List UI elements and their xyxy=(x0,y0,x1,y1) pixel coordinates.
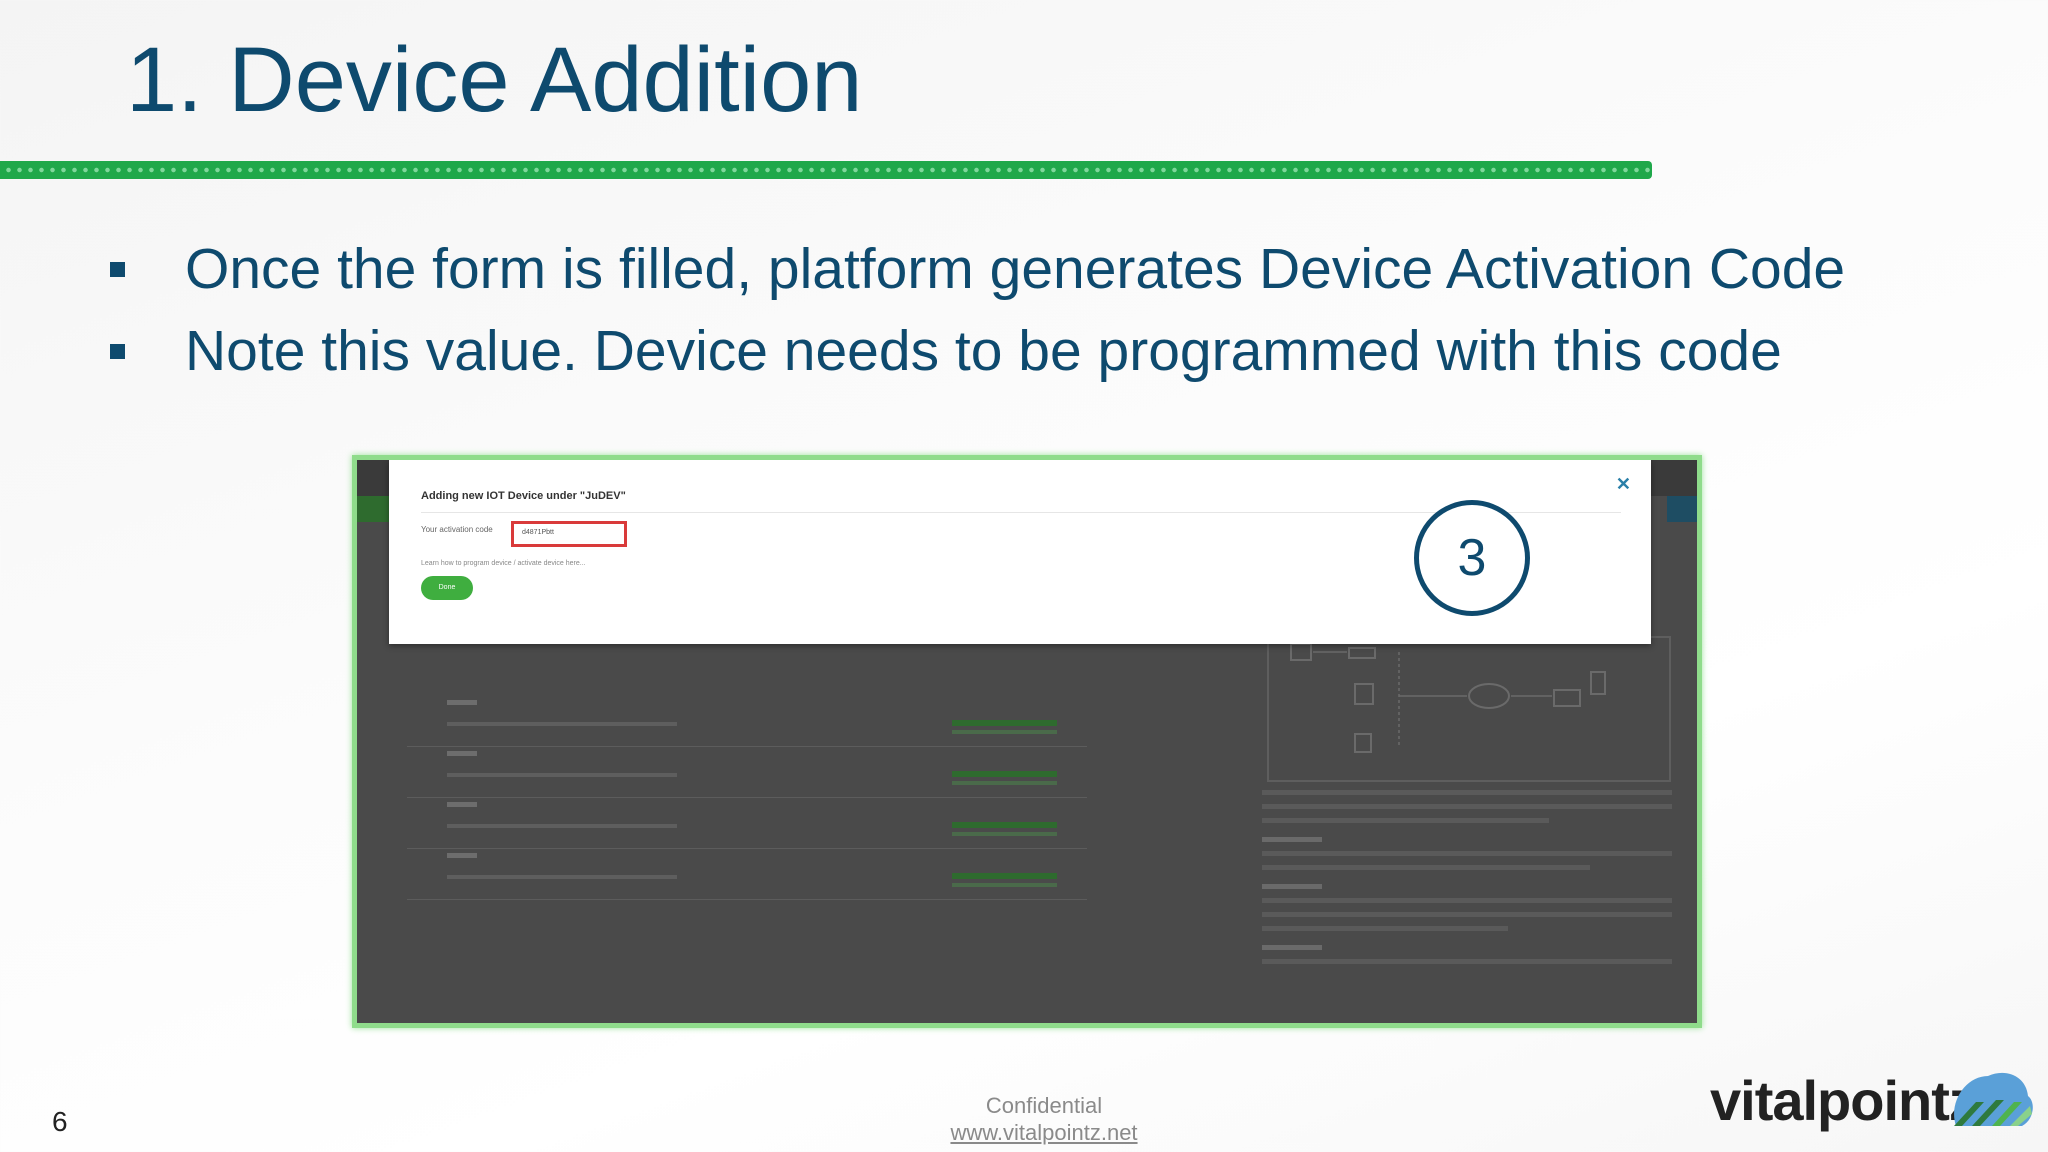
embedded-screenshot: Adding new IOT Device under "JuDEV" Your… xyxy=(352,455,1702,1028)
bullet-square-icon xyxy=(110,344,125,359)
activation-code-field[interactable]: d4871Pbtt xyxy=(511,521,627,547)
modal-title: Adding new IOT Device under "JuDEV" xyxy=(421,490,626,502)
close-icon[interactable]: ✕ xyxy=(1616,474,1631,495)
done-button[interactable]: Done xyxy=(421,576,473,600)
list-item xyxy=(407,747,1087,798)
add-device-modal: Adding new IOT Device under "JuDEV" Your… xyxy=(389,460,1651,644)
activation-code-label: Your activation code xyxy=(421,525,493,534)
bullet-text: Once the form is filled, platform genera… xyxy=(185,237,1846,301)
brand-logo-text: vitalpointz xyxy=(1710,1069,1977,1132)
slide-title: 1. Device Addition xyxy=(126,29,863,131)
help-link[interactable]: Learn how to program device / activate d… xyxy=(421,560,586,567)
list-item xyxy=(407,696,1087,747)
bullet-item: Once the form is filled, platform genera… xyxy=(110,228,1845,310)
description-panel xyxy=(1262,790,1672,973)
bullet-list: Once the form is filled, platform genera… xyxy=(110,228,1845,392)
list-item xyxy=(407,849,1087,900)
bullet-square-icon xyxy=(110,262,125,277)
device-group-list xyxy=(407,696,1087,900)
step-number-callout: 3 xyxy=(1414,500,1530,616)
network-diagram-icon xyxy=(1290,643,1606,753)
architecture-diagram xyxy=(1267,636,1671,782)
brand-logo-icon xyxy=(1954,1072,2033,1126)
title-divider xyxy=(0,161,1652,179)
bullet-text: Note this value. Device needs to be prog… xyxy=(185,319,1782,383)
bullet-item: Note this value. Device needs to be prog… xyxy=(110,310,1845,392)
list-item xyxy=(407,798,1087,849)
app-nav-strip-right xyxy=(1667,496,1697,522)
